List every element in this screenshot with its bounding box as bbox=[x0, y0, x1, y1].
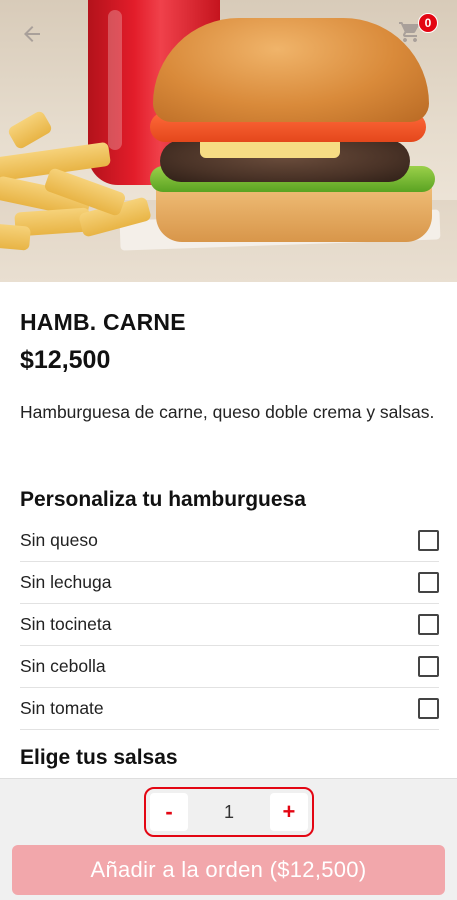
increase-quantity-button[interactable]: + bbox=[269, 793, 308, 831]
option-sin-tocineta[interactable]: Sin tocineta bbox=[20, 604, 439, 646]
sauces-title: Elige tus salsas bbox=[20, 746, 178, 769]
checkbox[interactable] bbox=[418, 572, 439, 593]
bun-top bbox=[153, 18, 429, 122]
add-to-order-button[interactable]: Añadir a la orden ($12,500) bbox=[12, 845, 445, 895]
option-label: Sin tocineta bbox=[20, 614, 112, 634]
option-sin-cebolla[interactable]: Sin cebolla bbox=[20, 646, 439, 688]
option-label: Sin queso bbox=[20, 530, 98, 550]
option-sin-tomate[interactable]: Sin tomate bbox=[20, 688, 439, 730]
fry bbox=[0, 223, 31, 251]
arrow-left-icon bbox=[24, 26, 40, 42]
product-image bbox=[0, 0, 457, 282]
quantity-value: 1 bbox=[223, 801, 234, 822]
option-sin-queso[interactable]: Sin queso bbox=[20, 520, 439, 562]
back-button[interactable] bbox=[16, 18, 48, 50]
option-label: Sin tomate bbox=[20, 698, 104, 718]
checkbox[interactable] bbox=[418, 698, 439, 719]
option-label: Sin lechuga bbox=[20, 572, 112, 592]
checkbox[interactable] bbox=[418, 656, 439, 677]
product-name: HAMB. CARNE bbox=[20, 309, 186, 335]
checkbox[interactable] bbox=[418, 530, 439, 551]
customize-options: Sin queso Sin lechuga Sin tocineta Sin c… bbox=[20, 520, 439, 730]
cart-count-badge: 0 bbox=[418, 13, 438, 33]
customize-title: Personaliza tu hamburguesa bbox=[20, 488, 306, 511]
option-sin-lechuga[interactable]: Sin lechuga bbox=[20, 562, 439, 604]
quantity-stepper: - 1 + bbox=[144, 787, 314, 837]
product-description: Hamburguesa de carne, queso doble crema … bbox=[20, 402, 435, 422]
product-price: $12,500 bbox=[20, 346, 111, 374]
checkbox[interactable] bbox=[418, 614, 439, 635]
fry bbox=[6, 109, 54, 151]
order-bar: - 1 + Añadir a la orden ($12,500) bbox=[0, 778, 457, 900]
decrease-quantity-button[interactable]: - bbox=[150, 793, 188, 831]
option-label: Sin cebolla bbox=[20, 656, 106, 676]
